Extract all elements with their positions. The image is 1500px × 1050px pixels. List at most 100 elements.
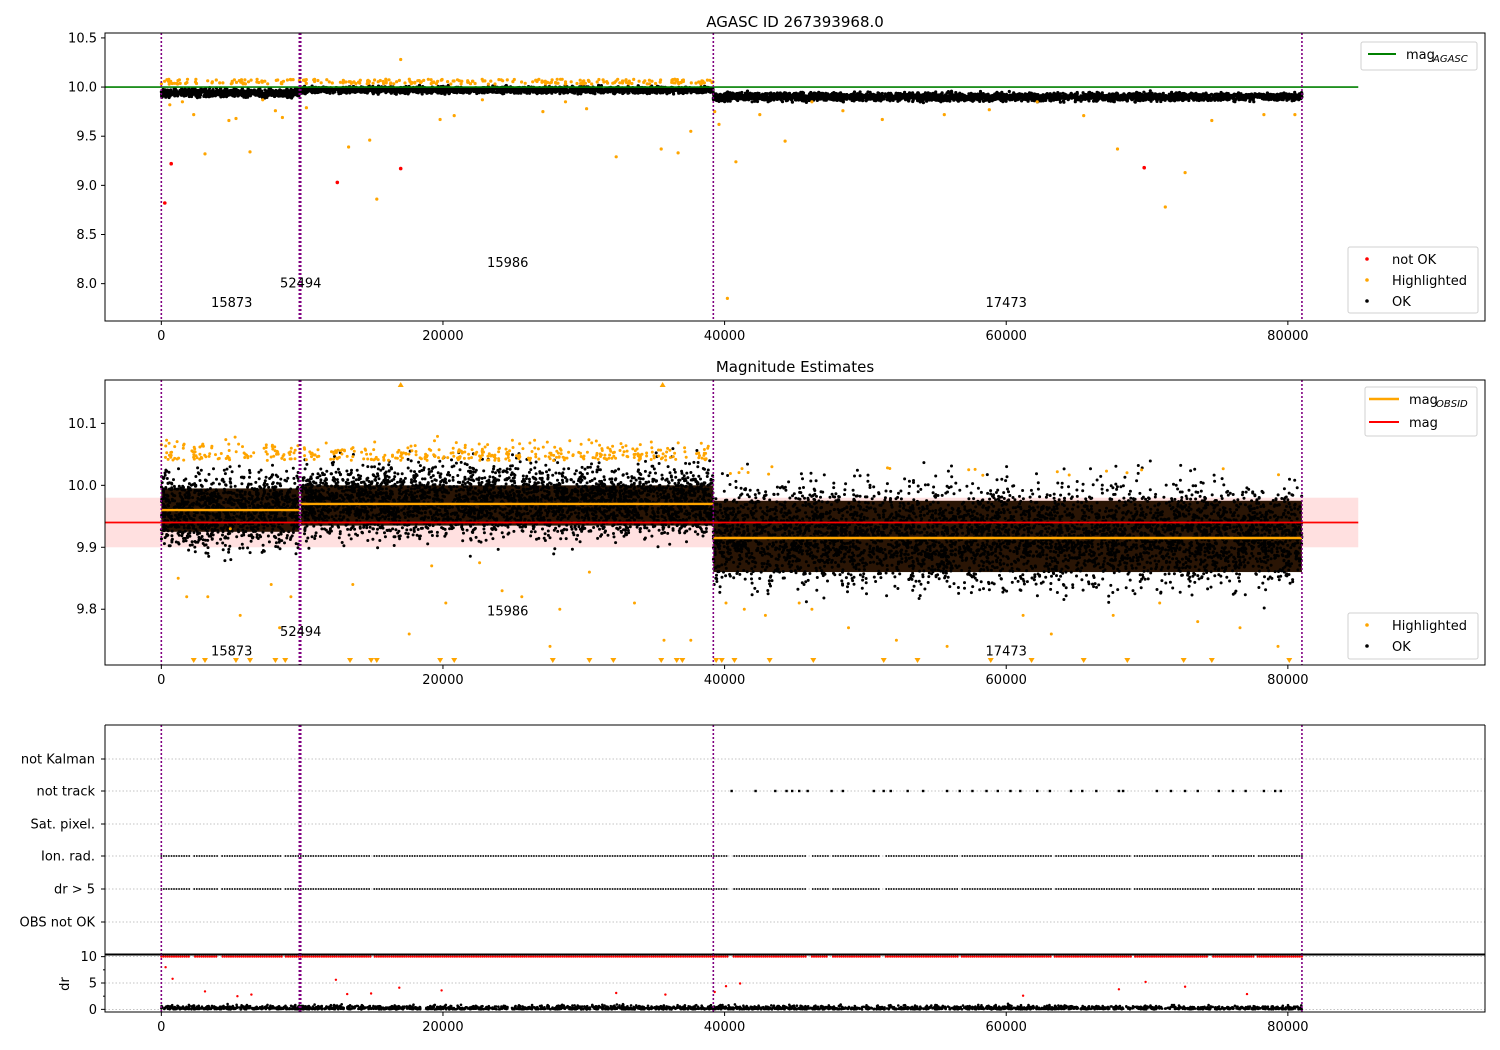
ok-point: [246, 95, 250, 99]
figure: AGASC ID 267393968.0 1587352494159861747…: [0, 0, 1500, 1050]
ok-point: [420, 87, 424, 91]
ok-point: [323, 89, 327, 93]
ok-point: [410, 89, 415, 93]
ok-point: [222, 95, 226, 99]
ok-point: [954, 91, 958, 95]
ok-point: [665, 92, 669, 96]
ok-point: [394, 89, 398, 93]
ok-point: [1074, 92, 1078, 96]
ok-point: [626, 90, 630, 94]
ok-point: [210, 92, 214, 96]
ok-point: [231, 92, 235, 96]
ok-point: [198, 93, 202, 97]
ok-point: [644, 90, 649, 95]
ok-point: [235, 92, 239, 96]
ok-point: [338, 88, 342, 92]
ok-point: [190, 87, 194, 91]
ok-point: [546, 89, 550, 93]
ok-point: [226, 92, 230, 96]
ok-point: [360, 88, 364, 92]
ok-point: [655, 91, 659, 95]
ok-point: [242, 90, 247, 94]
ok-point: [633, 90, 637, 94]
ok-point: [220, 90, 224, 94]
ok-point: [307, 88, 311, 92]
ok-point: [236, 89, 240, 93]
ok-point: [520, 88, 524, 92]
ok-point: [681, 90, 685, 94]
ok-point: [260, 93, 265, 97]
ok-point: [376, 89, 380, 93]
ok-point: [541, 91, 545, 95]
ok-point: [483, 88, 487, 92]
ok-point: [1237, 98, 1241, 102]
ok-point: [650, 90, 655, 94]
ok-point: [549, 89, 553, 94]
ok-point: [599, 88, 603, 92]
ok-point: [809, 90, 813, 95]
ok-point: [216, 89, 220, 93]
ok-point: [559, 88, 563, 93]
ok-point: [509, 90, 513, 94]
ok-point: [420, 90, 424, 95]
ok-point: [945, 91, 949, 95]
ok-point: [579, 92, 583, 96]
ok-point: [193, 87, 197, 91]
ok-point: [664, 88, 668, 92]
ok-point: [166, 89, 170, 94]
ok-point: [253, 92, 258, 97]
ok-point: [277, 89, 281, 93]
ok-point: [288, 94, 293, 98]
ok-point: [384, 91, 388, 95]
ok-point: [608, 87, 612, 91]
ok-point: [471, 89, 475, 93]
ok-point: [489, 88, 494, 92]
ok-point: [516, 91, 520, 95]
ok-point: [272, 90, 276, 94]
ok-point: [638, 89, 642, 93]
ok-point: [512, 91, 517, 95]
ok-point: [353, 89, 357, 93]
ok-point: [294, 92, 298, 96]
ok-point: [750, 100, 754, 104]
ok-point: [672, 87, 677, 91]
ok-point: [275, 92, 279, 96]
ok-point: [455, 91, 459, 95]
ok-point: [566, 91, 570, 95]
ok-point: [371, 88, 375, 92]
ok-point: [1007, 89, 1011, 94]
ok-point: [365, 89, 369, 93]
ok-point: [434, 87, 438, 91]
ok-point: [263, 88, 267, 92]
ok-point: [505, 88, 509, 92]
ok-point: [310, 88, 314, 92]
ok-point: [165, 93, 169, 97]
ok-point: [578, 89, 583, 93]
ok-point: [573, 89, 577, 94]
ok-point: [187, 91, 192, 95]
ok-point: [371, 92, 375, 96]
ok-point: [213, 94, 217, 98]
ok-point: [1201, 92, 1205, 96]
ok-point: [588, 90, 592, 94]
ok-point: [295, 87, 299, 91]
ok-point: [286, 91, 290, 95]
ok-point: [343, 88, 347, 93]
ok-point: [399, 89, 403, 93]
ok-point: [502, 90, 506, 94]
ok-point: [1170, 90, 1174, 94]
ok-point: [304, 88, 308, 93]
ok-point: [266, 93, 270, 97]
ok-point: [644, 88, 648, 92]
ok-point: [174, 90, 178, 94]
ok-point: [405, 88, 409, 92]
ok-point: [450, 89, 454, 93]
ok-point: [591, 89, 595, 94]
ok-point: [285, 87, 289, 91]
ok-point: [181, 89, 185, 93]
ok-point: [414, 88, 418, 92]
ok-point: [197, 88, 201, 92]
ok-point: [623, 89, 627, 93]
ok-point: [790, 100, 795, 104]
ok-point: [329, 88, 333, 92]
